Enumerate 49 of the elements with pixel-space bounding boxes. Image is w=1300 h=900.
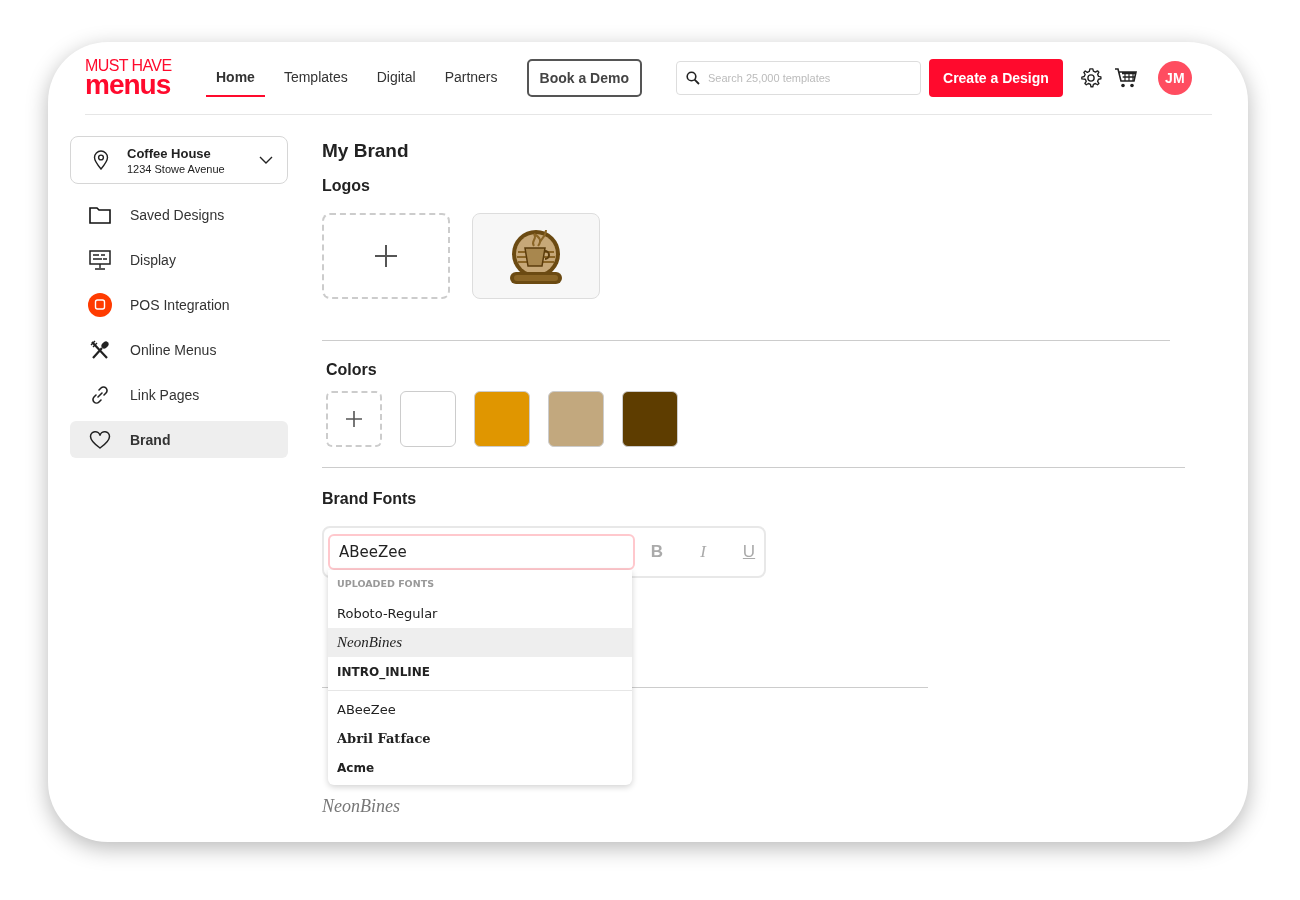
plus-icon (375, 245, 397, 267)
color-swatch[interactable] (622, 391, 678, 447)
monitor-icon (89, 249, 111, 270)
font-sample: NeonBines (322, 796, 400, 816)
fork-spoon-icon (90, 339, 110, 360)
font-option[interactable]: Abril Fatface (328, 724, 632, 753)
color-swatch[interactable] (548, 391, 604, 447)
link-icon (90, 384, 110, 405)
font-option[interactable]: INTRO_INLINE (328, 657, 632, 686)
folder-icon (89, 205, 111, 224)
sidebar-item[interactable]: Saved Designs (70, 196, 288, 233)
sidebar-item[interactable]: POS Integration (70, 286, 288, 323)
font-option[interactable]: Acme (328, 753, 632, 782)
location-pin-icon (93, 150, 109, 170)
book-demo-button[interactable]: Book a Demo (526, 59, 642, 97)
sidebar-item[interactable]: Brand (70, 421, 288, 458)
color-swatch[interactable] (400, 391, 456, 447)
chevron-down-icon (259, 156, 273, 164)
font-option[interactable]: Roboto-Regular (328, 599, 632, 628)
logo-tile[interactable] (472, 213, 600, 299)
nav-tab[interactable]: Partners (434, 59, 508, 97)
create-design-button[interactable]: Create a Design (929, 59, 1063, 97)
location-selector[interactable]: Coffee House 1234 Stowe Avenue (70, 136, 288, 184)
sidebar-item[interactable]: Link Pages (70, 376, 288, 413)
nav-tab[interactable]: Home (206, 59, 265, 97)
font-option[interactable]: ABeeZee (328, 695, 632, 724)
pos-icon (88, 292, 112, 317)
sidebar-item[interactable]: Online Menus (70, 331, 288, 368)
section-heading: Logos (322, 177, 371, 195)
location-address: 1234 Stowe Avenue (127, 162, 226, 175)
sidebar-item[interactable]: Display (70, 241, 288, 278)
search-field[interactable]: Search 25,000 templates (676, 61, 921, 95)
plus-icon (346, 411, 362, 427)
add-logo-button[interactable] (322, 213, 450, 299)
location-name: Coffee House (127, 145, 212, 161)
section-heading: Colors (326, 361, 378, 379)
nav-tab[interactable]: Digital (366, 59, 426, 97)
cart-icon[interactable] (1113, 67, 1138, 89)
page-title: My Brand (322, 140, 410, 162)
heart-icon (89, 429, 111, 450)
nav-tab[interactable]: Templates (273, 59, 358, 97)
section-heading: Brand Fonts (322, 490, 418, 508)
color-swatch[interactable] (474, 391, 530, 447)
settings-icon[interactable] (1079, 67, 1102, 89)
font-field[interactable]: ABeeZee (328, 534, 635, 570)
font-option[interactable]: NeonBines (328, 628, 632, 657)
logo[interactable]: MUST HAVE menus (85, 59, 185, 97)
add-color-button[interactable] (326, 391, 382, 447)
group-label: UPLOADED FONTS (336, 577, 435, 591)
